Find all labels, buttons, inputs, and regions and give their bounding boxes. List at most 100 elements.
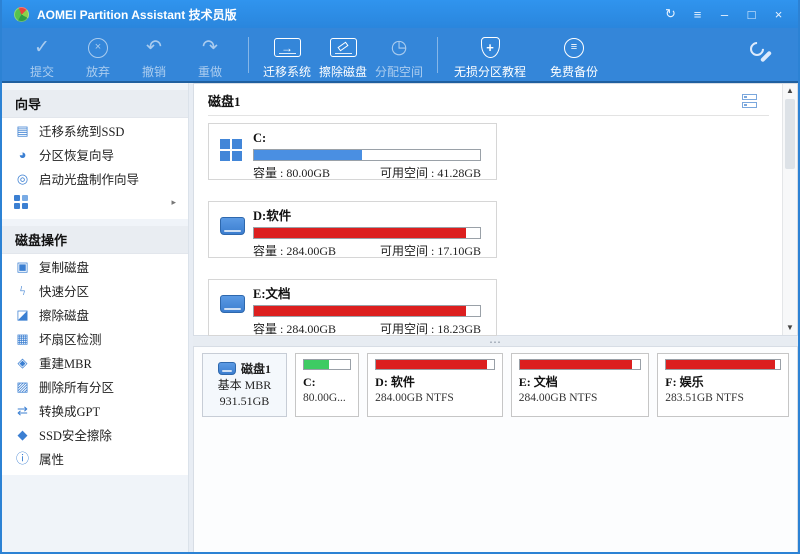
usage-bar xyxy=(253,227,481,239)
windows-logo-icon xyxy=(220,139,242,161)
redo-button[interactable]: ↷ 重做 xyxy=(185,35,235,80)
sector-grid-icon: ▦ xyxy=(14,332,31,345)
chevron-right-icon: ▸ xyxy=(171,197,176,208)
panel-splitter[interactable]: ⋯ xyxy=(193,337,798,346)
free-backup-button[interactable]: ≡ 免费备份 xyxy=(535,35,613,80)
wipe-disk-button[interactable]: 擦除磁盘 xyxy=(318,35,368,80)
sidebar-item-quick-partition[interactable]: ϟ 快速分区 xyxy=(2,278,188,302)
capacity-text: 容量 : 284.00GB xyxy=(253,320,336,337)
free-space-text: 可用空间 : 18.23GB xyxy=(380,320,481,337)
allocate-space-button[interactable]: ◷ 分配空间 xyxy=(374,35,424,80)
undo-button[interactable]: ↶ 撤销 xyxy=(129,35,179,80)
sidebar-item-copy-disk[interactable]: ▣ 复制磁盘 xyxy=(2,254,188,278)
cancel-circle-icon: × xyxy=(88,38,108,58)
backup-db-icon: ≡ xyxy=(564,38,584,58)
migrate-disk-icon: → xyxy=(274,38,301,57)
app-window: AOMEI Partition Assistant 技术员版 ↻ ≡ – □ ×… xyxy=(0,0,800,554)
maximize-button[interactable]: □ xyxy=(738,2,765,26)
info-circle-icon: ⓘ xyxy=(14,452,31,465)
minimize-button[interactable]: – xyxy=(711,2,738,26)
app-logo-icon xyxy=(14,7,29,22)
swap-arrows-icon: ⇄ xyxy=(14,404,31,417)
sidebar-item-wipe-disk[interactable]: ◪ 擦除磁盘 xyxy=(2,302,188,326)
partition-card-list: C: 容量 : 80.00GB 可用空间 : 41.28GB D:软件 容量 :… xyxy=(194,116,797,364)
wizards-section: 向导 ▤ 迁移系统到SSD ◕ 分区恢复向导 ◎ 启动光盘制作向导 ▸ xyxy=(2,90,188,219)
disk-icon xyxy=(218,362,236,375)
usage-bar xyxy=(253,149,481,161)
usage-bar xyxy=(303,359,351,370)
vertical-scrollbar[interactable]: ▲ ▼ xyxy=(782,84,797,335)
usage-bar xyxy=(253,305,481,317)
lightning-icon: ϟ xyxy=(14,284,31,297)
usage-bar xyxy=(519,359,641,370)
sidebar-item-migrate-to-ssd[interactable]: ▤ 迁移系统到SSD xyxy=(2,118,188,142)
sidebar-item-bootable-media[interactable]: ◎ 启动光盘制作向导 xyxy=(2,166,188,190)
toolbar-divider xyxy=(248,37,249,73)
eraser-icon: ◪ xyxy=(14,308,31,321)
capacity-text: 容量 : 284.00GB xyxy=(253,242,336,259)
disk-overview-panel: 磁盘1 基本 MBR 931.51GB C: 80.00G... D: 软件 2… xyxy=(193,346,798,552)
sidebar-item-properties[interactable]: ⓘ 属性 xyxy=(2,446,188,470)
overview-partition-f[interactable]: F: 娱乐 283.51GB NTFS xyxy=(657,353,789,417)
sidebar-item-delete-all-partitions[interactable]: ▨ 删除所有分区 xyxy=(2,374,188,398)
overview-partition-d[interactable]: D: 软件 284.00GB NTFS xyxy=(367,353,503,417)
migrate-os-button[interactable]: → 迁移系统 xyxy=(262,35,312,80)
app-title: AOMEI Partition Assistant 技术员版 xyxy=(37,6,237,23)
disk-panel: 磁盘1 C: 容量 : 80.00GB 可用空间 : 41.28GB D:软件 xyxy=(193,83,798,336)
sidebar-item-rebuild-mbr[interactable]: ◈ 重建MBR xyxy=(2,350,188,374)
overview-partition-e[interactable]: E: 文档 284.00GB NTFS xyxy=(511,353,649,417)
sidebar-item-bad-sector-test[interactable]: ▦ 坏扇区检测 xyxy=(2,326,188,350)
copy-disk-icon: ▣ xyxy=(14,260,31,273)
undo-icon: ↶ xyxy=(146,35,162,60)
disk-operations-section: 磁盘操作 ▣ 复制磁盘 ϟ 快速分区 ◪ 擦除磁盘 ▦ 坏扇区检测 ◈ 重建MB… xyxy=(2,226,188,475)
free-space-text: 可用空间 : 17.10GB xyxy=(380,242,481,259)
sidebar-item-convert-to-gpt[interactable]: ⇄ 转换成GPT xyxy=(2,398,188,422)
disk-overview-row: 磁盘1 基本 MBR 931.51GB C: 80.00G... D: 软件 2… xyxy=(194,347,797,423)
usage-bar xyxy=(375,359,495,370)
disk-title: 磁盘1 xyxy=(208,91,241,110)
grid-icon xyxy=(14,195,28,209)
commit-button[interactable]: ✓ 提交 xyxy=(17,35,67,80)
toolbar-divider xyxy=(437,37,438,73)
close-button[interactable]: × xyxy=(765,2,792,26)
partition-card-d[interactable]: D:软件 容量 : 284.00GB 可用空间 : 17.10GB xyxy=(208,201,497,258)
check-icon: ✓ xyxy=(34,35,50,60)
scroll-thumb[interactable] xyxy=(785,99,795,169)
wipe-disk-icon xyxy=(330,38,357,57)
refresh-icon[interactable]: ↻ xyxy=(657,2,684,26)
sidebar-item-more-wizards[interactable]: ▸ xyxy=(2,190,188,214)
free-space-text: 可用空间 : 41.28GB xyxy=(380,164,481,181)
partition-card-e[interactable]: E:文档 容量 : 284.00GB 可用空间 : 18.23GB xyxy=(208,279,497,336)
disk-type: 基本 MBR xyxy=(218,377,272,393)
disc-icon: ◎ xyxy=(14,172,31,185)
disk-name: 磁盘1 xyxy=(241,361,271,377)
window-controls: ↻ ≡ – □ × xyxy=(657,2,792,26)
disk-operations-section-header: 磁盘操作 xyxy=(2,226,188,254)
capacity-text: 容量 : 80.00GB xyxy=(253,164,330,181)
sidebar-item-ssd-secure-erase[interactable]: ◆ SSD安全擦除 xyxy=(2,422,188,446)
title-bar: AOMEI Partition Assistant 技术员版 ↻ ≡ – □ × xyxy=(2,0,798,28)
toolbar: ✓ 提交 × 放弃 ↶ 撤销 ↷ 重做 → 迁移系统 擦除磁盘 ◷ 分配空间 xyxy=(2,28,798,83)
view-mode-icon[interactable] xyxy=(742,94,757,108)
discard-button[interactable]: × 放弃 xyxy=(73,35,123,80)
scroll-up-icon[interactable]: ▲ xyxy=(786,87,794,95)
partition-tutorial-button[interactable]: + 无损分区教程 xyxy=(451,35,529,80)
pie-icon: ◕ xyxy=(14,148,31,161)
usage-bar xyxy=(665,359,781,370)
disk-info-block[interactable]: 磁盘1 基本 MBR 931.51GB xyxy=(202,353,287,417)
wizards-section-header: 向导 xyxy=(2,90,188,118)
disk-size: 931.51GB xyxy=(220,393,270,409)
tag-icon: ◈ xyxy=(14,356,31,369)
overview-partition-c[interactable]: C: 80.00G... xyxy=(295,353,359,417)
wrench-icon[interactable] xyxy=(748,41,772,65)
partition-card-c[interactable]: C: 容量 : 80.00GB 可用空间 : 41.28GB xyxy=(208,123,497,180)
sidebar-item-partition-recovery[interactable]: ◕ 分区恢复向导 xyxy=(2,142,188,166)
disk-icon xyxy=(220,295,245,313)
pie-clock-icon: ◷ xyxy=(391,35,408,60)
trash-icon: ▨ xyxy=(14,380,31,393)
scroll-down-icon[interactable]: ▼ xyxy=(786,324,794,332)
diamond-eraser-icon: ◆ xyxy=(14,428,31,441)
disk-icon xyxy=(220,217,245,235)
menu-icon[interactable]: ≡ xyxy=(684,2,711,26)
disk-panel-header: 磁盘1 xyxy=(194,84,797,115)
